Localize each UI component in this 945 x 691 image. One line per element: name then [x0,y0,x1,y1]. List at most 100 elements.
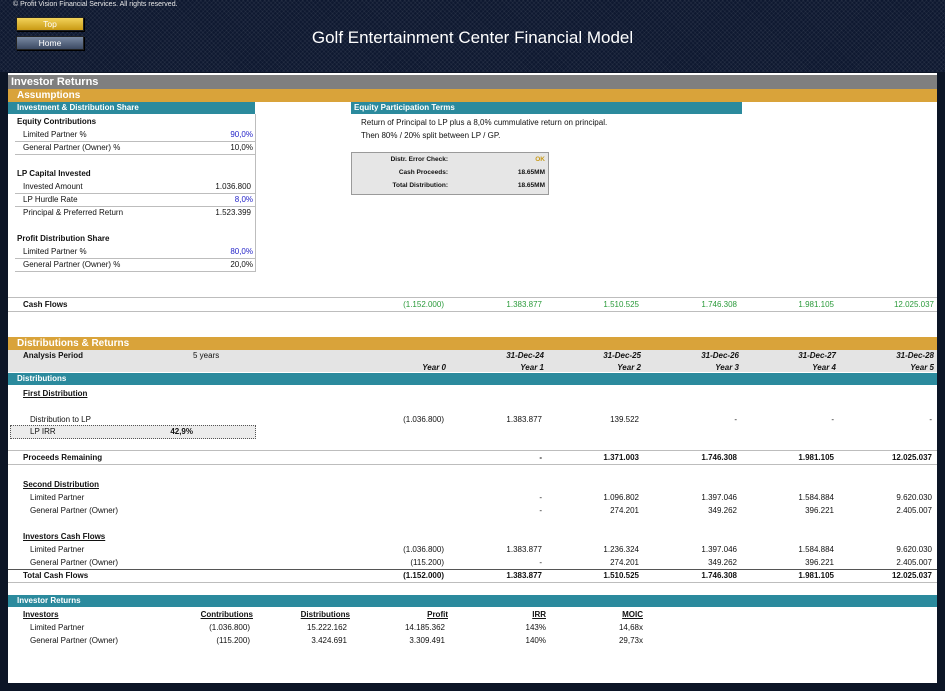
ir-gp-irr: 140% [466,635,546,647]
icf-lp-y1: 1.383.877 [462,544,542,556]
col-irr: IRR [466,609,546,621]
assumptions-heading: Assumptions [8,90,80,101]
cash-flows-label: Cash Flows [23,299,67,311]
icf-gp-y4: 396.221 [754,557,834,569]
icf-gp-y3: 349.262 [657,557,737,569]
second-gp-y1: - [462,505,542,517]
hurdle-rate-label: LP Hurdle Rate [23,194,78,206]
lp-pct-input[interactable]: 90,0% [188,129,253,141]
date-y5: 31-Dec-28 [852,350,934,362]
cash-flows-topline [8,297,937,298]
ir-lp-moic: 14,68x [563,622,643,634]
investor-returns-header: Investor Returns [8,595,937,607]
cash-flow-y5: 12.025.037 [852,299,934,311]
proceeds-y3: 1.746.308 [657,452,737,464]
investment-share-title: Investment & Distribution Share [8,103,139,112]
dist-lp-y0: (1.036.800) [364,414,444,426]
ir-lp-dist: 15.222.162 [270,622,347,634]
ir-gp-name: General Partner (Owner) [30,635,118,647]
cash-proceeds-label: Cash Proceeds: [352,167,448,179]
proceeds-y4: 1.981.105 [754,452,834,464]
row-line [15,154,255,155]
check-value: OK [472,154,545,166]
cash-flow-y3: 1.746.308 [657,299,737,311]
proceeds-remaining-label: Proceeds Remaining [23,452,102,464]
equity-terms-title: Equity Participation Terms [351,103,455,112]
cash-flows-bottomline [8,311,937,312]
terms-line-1: Return of Principal to LP plus a 8,0% cu… [361,117,607,129]
ir-gp-moic: 29,73x [563,635,643,647]
cash-proceeds-value: 18.65MM [472,167,545,179]
invested-amount-value: 1.036.800 [188,181,251,193]
lp-pct-label: Limited Partner % [23,129,87,141]
col-investors: Investors [23,609,59,621]
terms-line-2: Then 80% / 20% split between LP / GP. [361,130,500,142]
ir-gp-profit: 3.309.491 [368,635,445,647]
dist-lp-y2: 139.522 [559,414,639,426]
distributions-returns-bar: Distributions & Returns [8,337,937,350]
second-lp-y5: 9.620.030 [852,492,932,504]
dist-lp-y3: - [657,414,737,426]
second-gp-label: General Partner (Owner) [30,505,118,517]
date-y2: 31-Dec-25 [559,350,641,362]
distributions-title: Distributions [8,374,66,383]
icf-gp-label: General Partner (Owner) [30,557,118,569]
profit-dist-share-label: Profit Distribution Share [17,233,109,245]
pd-lp-input[interactable]: 80,0% [188,246,253,258]
total-y4: 1.981.105 [754,570,834,582]
investors-cash-flows-title: Investors Cash Flows [23,531,105,543]
cash-flow-y4: 1.981.105 [754,299,834,311]
proceeds-y1: - [462,452,542,464]
icf-lp-y2: 1.236.324 [559,544,639,556]
ir-lp-irr: 143% [466,622,546,634]
pd-gp-value: 20,0% [188,259,253,271]
distributions-header: Distributions [8,373,937,385]
icf-lp-y4: 1.584.884 [754,544,834,556]
col-contributions: Contributions [173,609,253,621]
second-lp-label: Limited Partner [30,492,84,504]
total-y0: (1.152.000) [364,570,444,582]
total-distribution-label: Total Distribution: [352,180,448,192]
gp-pct-value: 10,0% [188,142,253,154]
icf-gp-y5: 2.405.007 [852,557,932,569]
investor-returns-bar: Investor Returns [8,75,937,89]
icf-lp-label: Limited Partner [30,544,84,556]
hurdle-rate-input[interactable]: 8,0% [188,194,253,206]
pd-gp-label: General Partner (Owner) % [23,259,120,271]
distributions-returns-heading: Distributions & Returns [8,338,129,349]
header-banner: © Profit Vision Financial Services. All … [0,0,945,72]
icf-lp-y0: (1.036.800) [364,544,444,556]
analysis-period-label: Analysis Period [23,350,83,362]
col-distributions: Distributions [270,609,350,621]
cash-flow-y1: 1.383.877 [462,299,542,311]
dist-lp-y4: - [754,414,834,426]
check-label: Distr. Error Check: [352,154,448,166]
second-lp-y1: - [462,492,542,504]
ir-gp-dist: 3.424.691 [270,635,347,647]
equity-terms-header: Equity Participation Terms [351,102,742,114]
col-moic: MOIC [563,609,643,621]
total-cash-flows-label: Total Cash Flows [23,570,88,582]
total-y5: 12.025.037 [852,570,932,582]
ir-lp-profit: 14.185.362 [368,622,445,634]
pd-lp-label: Limited Partner % [23,246,87,258]
icf-gp-y2: 274.201 [559,557,639,569]
dist-lp-y5: - [852,414,932,426]
dist-lp-y1: 1.383.877 [462,414,542,426]
second-lp-y2: 1.096.802 [559,492,639,504]
assumptions-bar: Assumptions [8,89,937,102]
investment-share-header: Investment & Distribution Share [8,102,255,114]
lp-irr-value: 42,9% [128,426,193,438]
analysis-period-value: 5 years [193,350,219,362]
second-gp-y2: 274.201 [559,505,639,517]
distribution-check-box: Distr. Error Check: OK Cash Proceeds: 18… [351,152,549,195]
second-gp-y3: 349.262 [657,505,737,517]
lp-irr-label: LP IRR [30,426,56,438]
total-y1: 1.383.877 [462,570,542,582]
gp-pct-label: General Partner (Owner) % [23,142,120,154]
second-distribution-title: Second Distribution [23,479,99,491]
principal-pref-value: 1.523.399 [188,207,251,219]
copyright-text: © Profit Vision Financial Services. All … [13,1,178,8]
icf-lp-y5: 9.620.030 [852,544,932,556]
icf-lp-y3: 1.397.046 [657,544,737,556]
